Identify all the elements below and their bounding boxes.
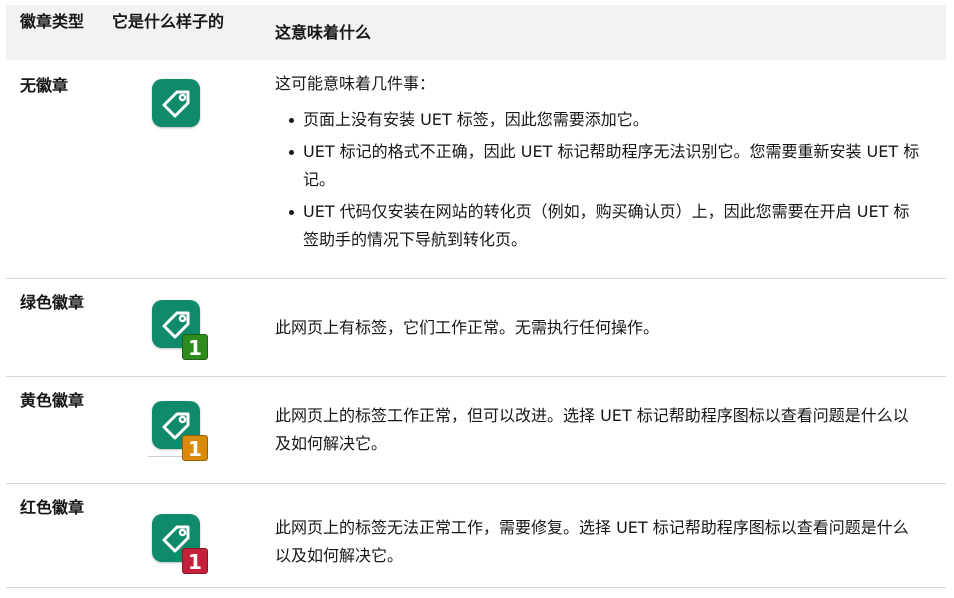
meaning-text: 此网页上有标签，它们工作正常。无需执行任何操作。 [275, 317, 660, 337]
badge-type-label: 无徽章 [20, 76, 69, 95]
header-row: 徽章类型 它是什么样子的 这意味着什么 [6, 5, 946, 60]
header-badge-type: 徽章类型 [20, 12, 85, 31]
uet-tag-badge [146, 79, 210, 143]
meaning-list: 页面上没有安装 UET 标签，因此您需要添加它。 UET 标记的格式不正确，因此… [275, 106, 922, 254]
page: 徽章类型 它是什么样子的 这意味着什么 无徽章 这可能意味着几件事： 页面上没有… [0, 0, 954, 598]
uet-tag-badge: 1 [146, 513, 210, 578]
tag-icon [152, 79, 200, 127]
table-row-yellow-badge: 黄色徽章 1 此网页上的标签工作正常，但可以改进。选择 UET 标记帮助程序图标… [6, 376, 946, 483]
badge-type-label: 红色徽章 [20, 497, 85, 517]
list-item: UET 代码仅安装在网站的转化页（例如，购买确认页）上，因此您需要在开启 UET… [289, 198, 922, 254]
badge-meaning: 此网页上的标签无法正常工作，需要修复。选择 UET 标记帮助程序图标以查看问题是… [258, 483, 946, 587]
badge-type-label: 黄色徽章 [20, 390, 85, 410]
green-count-badge: 1 [182, 333, 208, 360]
badge-appearance: 1 [98, 483, 258, 587]
meaning-text: 此网页上的标签无法正常工作，需要修复。选择 UET 标记帮助程序图标以查看问题是… [275, 517, 909, 565]
uet-tag-badge: 1 [146, 400, 210, 465]
list-item: UET 标记的格式不正确，因此 UET 标记帮助程序无法识别它。您需要重新安装 … [289, 138, 922, 194]
header-meaning: 这意味着什么 [275, 22, 372, 42]
badge-appearance [98, 60, 258, 278]
badge-type-label: 绿色徽章 [20, 292, 85, 312]
badge-appearance: 1 [98, 278, 258, 376]
yellow-count-badge: 1 [182, 434, 208, 461]
meaning-text: 此网页上的标签工作正常，但可以改进。选择 UET 标记帮助程序图标以查看问题是什… [275, 405, 909, 453]
table-row-red-badge: 红色徽章 1 此网页上的标签无法正常工作，需要修复。选择 UET 标记帮助程序图… [6, 483, 946, 587]
header-appearance: 它是什么样子的 [112, 12, 225, 31]
badge-meaning: 这可能意味着几件事： 页面上没有安装 UET 标签，因此您需要添加它。 UET … [258, 60, 946, 278]
table-row-green-badge: 绿色徽章 1 此网页上有标签，它们工作正常。无需执行任何操作。 [6, 278, 946, 376]
badge-meaning: 此网页上的标签工作正常，但可以改进。选择 UET 标记帮助程序图标以查看问题是什… [258, 376, 946, 483]
badge-appearance: 1 [98, 376, 258, 483]
table-header: 徽章类型 它是什么样子的 这意味着什么 [6, 5, 946, 60]
meaning-intro: 这可能意味着几件事： [275, 74, 436, 93]
badge-meaning: 此网页上有标签，它们工作正常。无需执行任何操作。 [258, 278, 946, 376]
table-row-no-badge: 无徽章 这可能意味着几件事： 页面上没有安装 UET 标签，因此您需要添加它。 … [6, 60, 946, 278]
uet-tag-badge: 1 [146, 299, 210, 364]
red-count-badge: 1 [182, 547, 208, 574]
badge-table: 徽章类型 它是什么样子的 这意味着什么 无徽章 这可能意味着几件事： 页面上没有… [6, 5, 946, 588]
list-item: 页面上没有安装 UET 标签，因此您需要添加它。 [289, 106, 922, 134]
